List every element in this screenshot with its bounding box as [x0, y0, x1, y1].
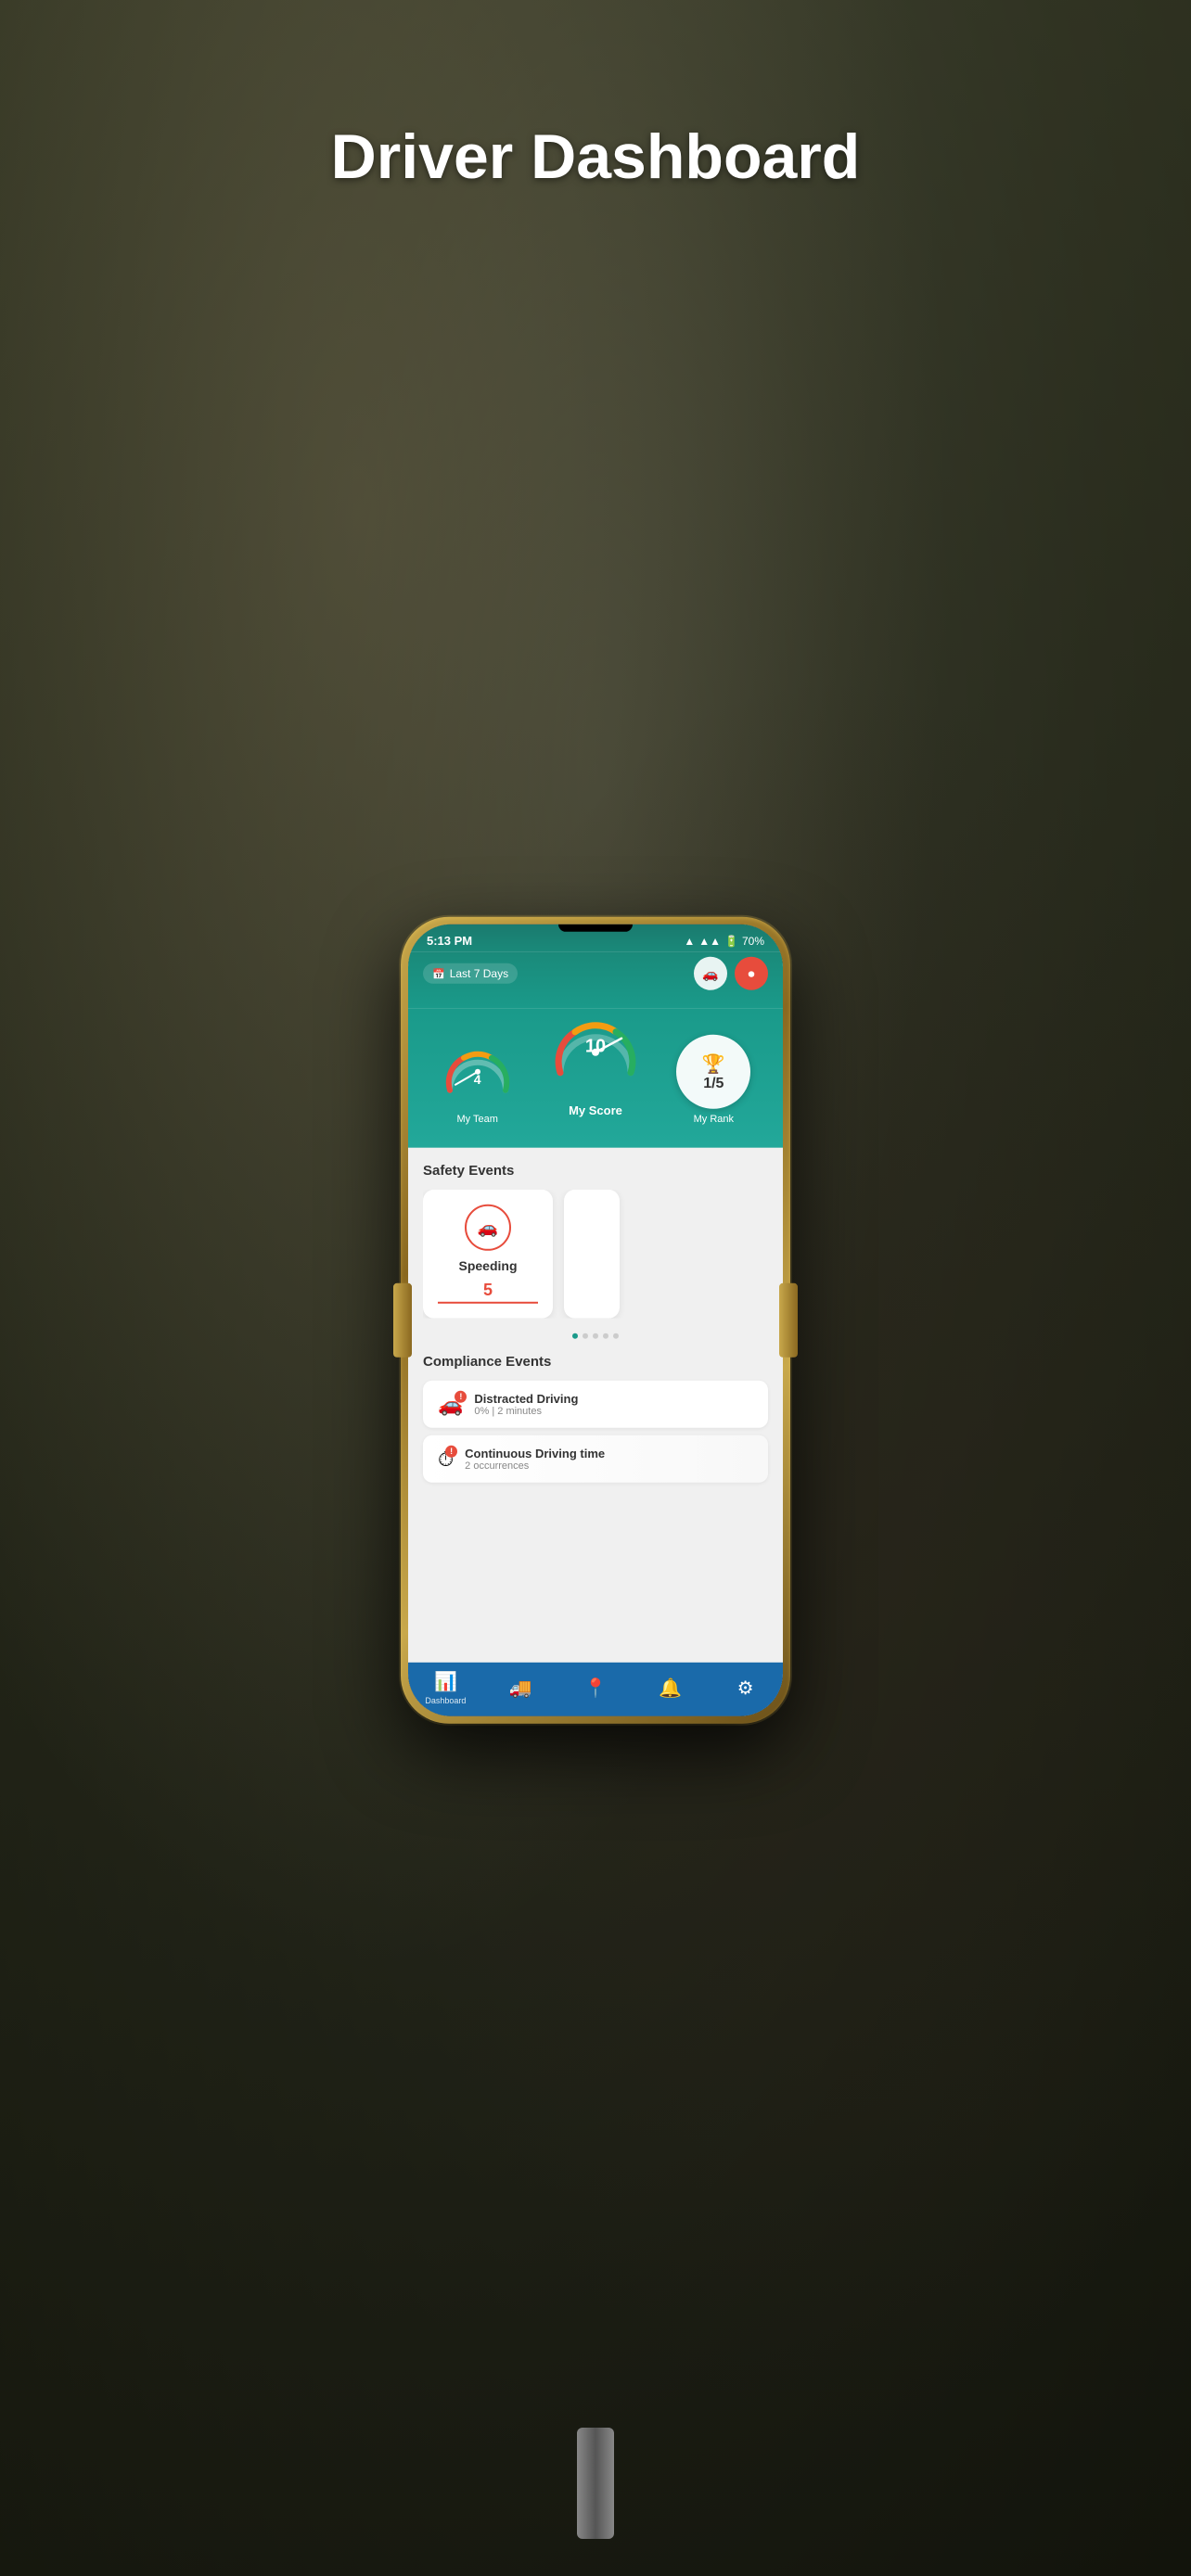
rank-circle: 🏆 1/5 [676, 1035, 750, 1109]
dot-3 [593, 1333, 598, 1339]
dot-1 [572, 1333, 578, 1339]
dot-4 [603, 1333, 608, 1339]
next-card-partial [564, 1190, 620, 1319]
battery-percent: 70% [742, 934, 764, 947]
date-filter[interactable]: 📅 Last 7 Days [423, 963, 518, 984]
speeding-icon: 🚗 [478, 1218, 498, 1237]
speeding-label: Speeding [458, 1258, 517, 1273]
dot-5 [613, 1333, 619, 1339]
my-rank-item: 🏆 1/5 My Rank [676, 1035, 750, 1125]
nav-dashboard[interactable]: 📊 Dashboard [422, 1670, 468, 1705]
team-score-value: 4 [474, 1072, 481, 1095]
header-actions: 🚗 ⏺ [694, 957, 768, 990]
my-team-score: 4 My Team [441, 1035, 515, 1125]
nav-trips[interactable]: 🚚 [497, 1676, 544, 1699]
status-icons: ▲ ▲▲ 🔋 70% [684, 934, 764, 947]
distracted-driving-icon-wrap: 🚗 ! [438, 1392, 463, 1416]
continuous-driving-detail: 2 occurrences [465, 1460, 753, 1472]
bottom-nav: 📊 Dashboard 🚚 📍 🔔 ⚙ [408, 1663, 783, 1716]
status-time: 5:13 PM [427, 934, 472, 948]
rank-label: My Rank [694, 1114, 734, 1125]
my-score-gauge: 10 [549, 1006, 642, 1099]
car-status-button[interactable]: 🚗 [694, 957, 727, 990]
team-score-label: My Team [456, 1114, 497, 1125]
record-icon: ⏺ [749, 965, 755, 981]
continuous-driving-name: Continuous Driving time [465, 1447, 753, 1460]
app-header: 📅 Last 7 Days 🚗 ⏺ [408, 952, 783, 1009]
my-score-label: My Score [569, 1103, 622, 1117]
distracted-driving-item[interactable]: 🚗 ! Distracted Driving 0% | 2 minutes [423, 1381, 768, 1428]
my-score-item: 10 My Score [549, 1006, 642, 1117]
dashboard-nav-label: Dashboard [425, 1696, 466, 1705]
settings-nav-icon: ⚙ [737, 1676, 754, 1699]
record-button[interactable]: ⏺ [735, 957, 768, 990]
clamp-left [393, 1283, 412, 1358]
phone-screen: 5:13 PM ▲ ▲▲ 🔋 70% 📅 Last 7 Days 🚗 [408, 925, 783, 1716]
carousel-dots [423, 1333, 768, 1339]
score-section: 4 My Team [408, 1009, 783, 1148]
rank-value: 1/5 [703, 1075, 724, 1091]
distracted-warning-badge: ! [455, 1390, 467, 1402]
continuous-driving-icon-wrap: ⏱ ! [438, 1447, 454, 1471]
car-icon: 🚗 [702, 965, 718, 981]
compliance-events-title: Compliance Events [423, 1354, 768, 1370]
safety-cards: 🚗 Speeding 5 [423, 1190, 768, 1319]
date-filter-label: Last 7 Days [450, 967, 508, 980]
notifications-nav-icon: 🔔 [659, 1676, 682, 1699]
phone-inner: 5:13 PM ▲ ▲▲ 🔋 70% 📅 Last 7 Days 🚗 [408, 925, 783, 1716]
main-content: Safety Events 🚗 Speeding 5 [408, 1148, 783, 1663]
speeding-count: 5 [438, 1281, 538, 1304]
safety-events-title: Safety Events [423, 1163, 768, 1179]
nav-location[interactable]: 📍 [572, 1676, 619, 1699]
continuous-warning-badge: ! [445, 1445, 457, 1457]
team-gauge: 4 [441, 1035, 515, 1109]
page-title: Driver Dashboard [331, 121, 861, 193]
nav-settings[interactable]: ⚙ [723, 1676, 769, 1699]
trophy-icon: 🏆 [702, 1052, 725, 1075]
wifi-icon: ▲ [684, 934, 695, 947]
calendar-icon: 📅 [432, 967, 445, 979]
dashboard-nav-icon: 📊 [434, 1670, 457, 1693]
continuous-driving-item[interactable]: ⏱ ! Continuous Driving time 2 occurrence… [423, 1435, 768, 1483]
trips-nav-icon: 🚚 [509, 1676, 532, 1699]
phone-notch [558, 925, 633, 932]
phone-device: 5:13 PM ▲ ▲▲ 🔋 70% 📅 Last 7 Days 🚗 [401, 917, 790, 1724]
distracted-driving-detail: 0% | 2 minutes [474, 1406, 753, 1417]
speeding-card[interactable]: 🚗 Speeding 5 [423, 1190, 553, 1319]
location-nav-icon: 📍 [584, 1676, 608, 1699]
continuous-driving-text: Continuous Driving time 2 occurrences [465, 1447, 753, 1472]
my-score-value: 10 [585, 1036, 606, 1057]
clamp-right [779, 1283, 798, 1358]
dot-2 [583, 1333, 588, 1339]
mount-arm [577, 2428, 614, 2539]
signal-icon: ▲▲ [698, 934, 721, 947]
speeding-icon-circle: 🚗 [465, 1205, 511, 1251]
distracted-driving-name: Distracted Driving [474, 1392, 753, 1406]
battery-icon: 🔋 [724, 934, 738, 947]
nav-notifications[interactable]: 🔔 [647, 1676, 694, 1699]
distracted-driving-text: Distracted Driving 0% | 2 minutes [474, 1392, 753, 1417]
